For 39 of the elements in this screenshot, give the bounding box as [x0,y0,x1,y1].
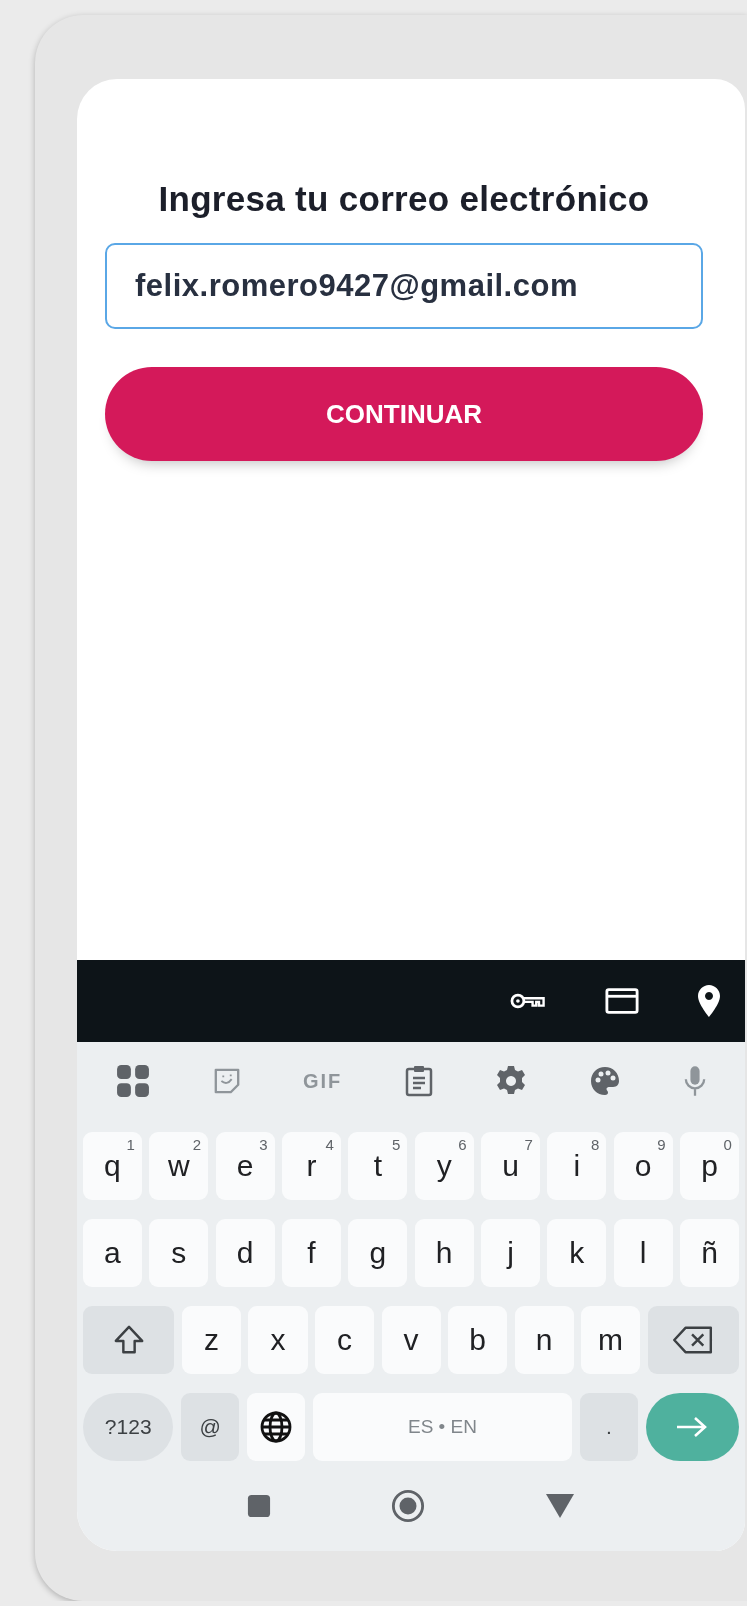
key[interactable]: m [581,1306,641,1374]
key[interactable]: x [248,1306,308,1374]
back-icon[interactable] [545,1493,575,1519]
form-heading: Ingresa tu correo electrónico [157,179,651,219]
key[interactable]: s [149,1219,209,1287]
card-icon[interactable] [605,987,639,1015]
key[interactable]: @ [180,1393,240,1461]
shift-key[interactable] [83,1306,175,1374]
key[interactable]: f [282,1219,341,1287]
palette-icon[interactable] [589,1065,622,1097]
email-field[interactable]: felix.romero9427@gmail.com [105,243,703,329]
key[interactable]: k [547,1219,607,1287]
key[interactable]: b [448,1306,508,1374]
clipboard-icon[interactable] [404,1065,433,1097]
key[interactable]: a [83,1219,142,1287]
space-key[interactable]: ES • EN [312,1393,573,1461]
settings-icon[interactable] [495,1065,528,1097]
backspace-key[interactable] [647,1306,740,1374]
key[interactable]: d [215,1219,275,1287]
key[interactable]: n [514,1306,574,1374]
recents-icon[interactable] [247,1494,271,1518]
key[interactable]: z [181,1306,241,1374]
language-key[interactable] [246,1393,306,1461]
key[interactable]: v [381,1306,441,1374]
key[interactable]: c [315,1306,374,1374]
key[interactable]: g [348,1219,408,1287]
continue-button[interactable]: CONTINUAR [105,367,703,461]
key[interactable]: h [414,1219,474,1287]
key[interactable]: ñ [680,1219,739,1287]
key[interactable]: j [481,1219,540,1287]
shift-icon [112,1324,145,1356]
home-icon[interactable] [391,1489,425,1523]
key[interactable]: . [579,1393,639,1461]
apps-icon[interactable] [116,1064,151,1098]
location-pin-icon[interactable] [697,984,721,1018]
backspace-icon [672,1325,715,1355]
globe-icon [258,1410,293,1444]
symbols-key[interactable]: ?123 [83,1393,174,1461]
key[interactable]: l [613,1219,673,1287]
